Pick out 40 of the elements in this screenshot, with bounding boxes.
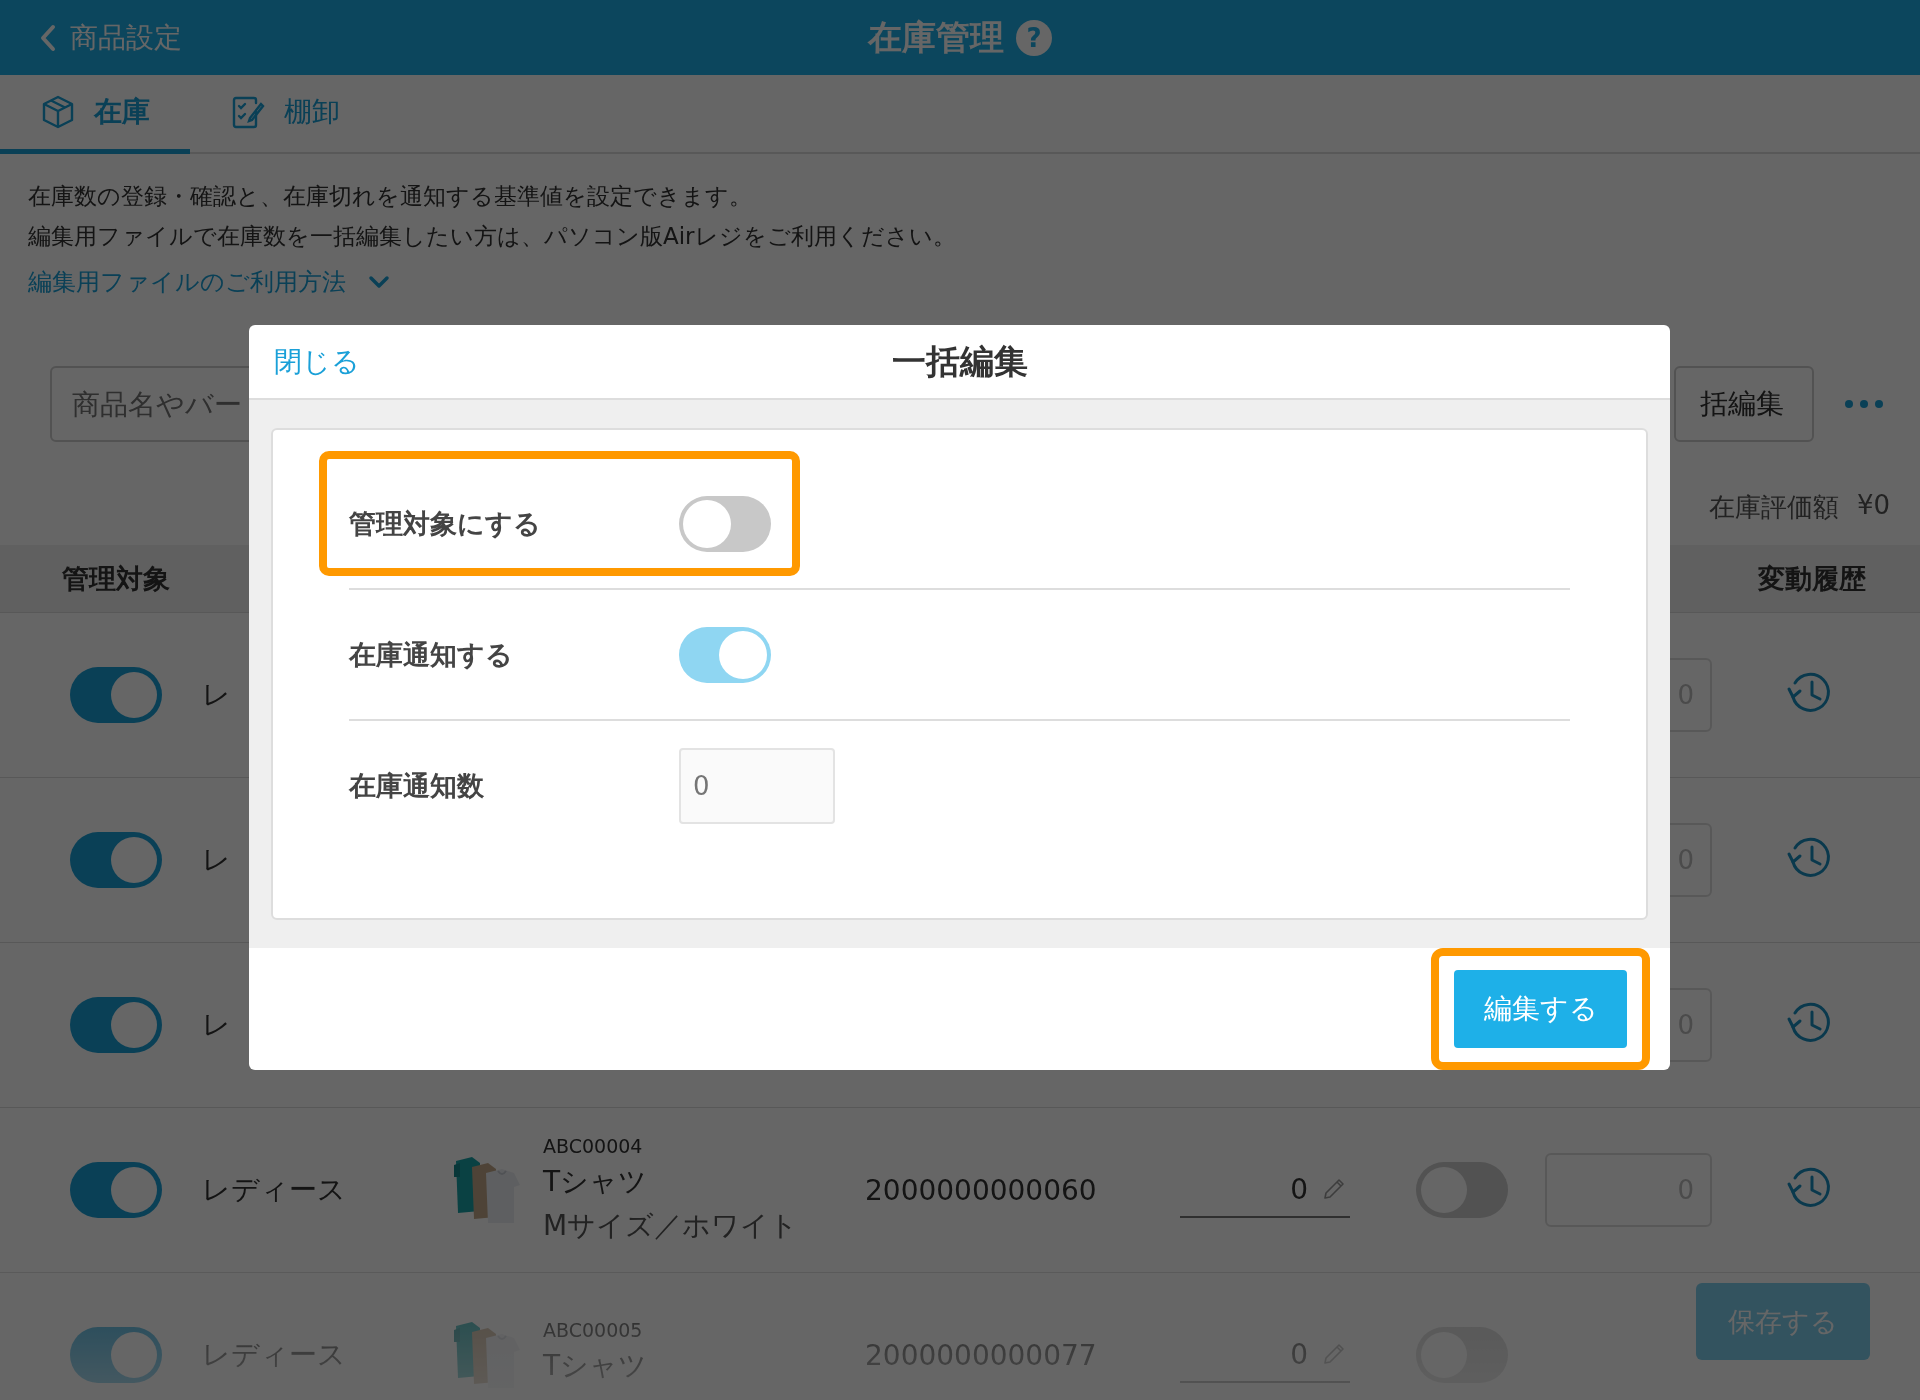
help-link[interactable]: 編集用ファイルのご利用方法 <box>28 266 390 298</box>
toggle-switch[interactable] <box>70 997 162 1053</box>
toggle-switch[interactable] <box>70 1327 162 1383</box>
toggle-switch[interactable] <box>70 1162 162 1218</box>
product-variant: Mサイズ／ホワイト <box>543 1208 800 1244</box>
valuation-value: ¥0 <box>1856 490 1890 522</box>
submit-button[interactable]: 編集する <box>1454 970 1627 1048</box>
modal-title: 一括編集 <box>891 339 1028 383</box>
setting-label: 在庫通知する <box>349 637 514 672</box>
category-text: レディース <box>202 1172 347 1208</box>
back-button[interactable]: 商品設定 <box>40 18 182 57</box>
stock-field[interactable]: 0 <box>1180 1162 1350 1218</box>
box-icon <box>40 94 76 130</box>
toggle-switch[interactable] <box>70 667 162 723</box>
category-text: レ <box>202 1007 232 1043</box>
more-icon[interactable] <box>1844 399 1884 409</box>
valuation-label: 在庫評価額 <box>1708 491 1839 524</box>
tab[interactable]: 棚卸 <box>190 75 380 154</box>
description-text: 在庫数の登録・確認と、在庫切れを通知する基準値を設定できます。 <box>28 182 753 211</box>
bulk-edit-button[interactable]: 括編集 <box>1674 366 1814 442</box>
number-field[interactable]: 0 <box>679 747 835 824</box>
toggle-switch[interactable] <box>70 832 162 888</box>
category-text: レ <box>202 842 232 878</box>
back-chevron-icon <box>40 23 56 52</box>
description-text: 編集用ファイルで在庫数を一括編集したい方は、パソコン版Airレジをご利用ください。 <box>28 222 957 251</box>
product-name: Tシャツ <box>543 1164 649 1200</box>
product-code: ABC00004 <box>543 1135 644 1157</box>
barcode-text: 2000000000060 <box>865 1173 1097 1207</box>
close-link[interactable]: 閉じる <box>274 343 360 381</box>
checklist-icon <box>230 94 266 130</box>
tab[interactable]: 在庫 <box>0 75 190 154</box>
column-header: 変動履歴 <box>1758 561 1867 596</box>
setting-label: 在庫通知数 <box>349 768 485 803</box>
chevron-down-icon <box>368 275 390 289</box>
column-header: 管理対象 <box>61 561 171 596</box>
setting-label: 管理対象にする <box>349 506 542 541</box>
help-button[interactable]: ? <box>1016 19 1052 56</box>
page-title: 在庫管理 <box>868 15 1004 59</box>
pencil-icon <box>1322 1177 1346 1201</box>
category-text: レ <box>202 677 232 713</box>
